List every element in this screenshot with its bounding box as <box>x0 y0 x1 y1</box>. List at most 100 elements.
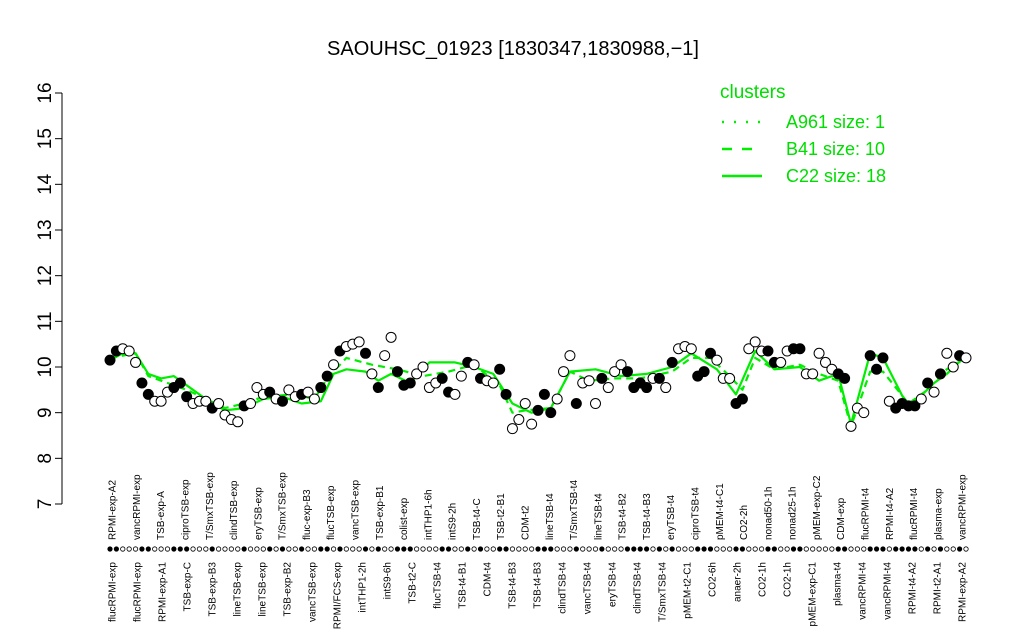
rug-marker <box>369 546 375 552</box>
data-point <box>468 359 480 371</box>
rug-marker <box>529 546 535 552</box>
data-point <box>130 356 142 368</box>
data-point <box>685 343 697 355</box>
rug-marker <box>957 546 963 552</box>
legend-label: B41 size: 10 <box>786 139 885 159</box>
rug-marker <box>171 546 177 552</box>
data-point <box>589 398 601 410</box>
rug-marker <box>420 546 426 552</box>
rug-marker <box>771 546 777 552</box>
data-point <box>845 420 857 432</box>
rug-marker <box>816 546 822 552</box>
rug-marker <box>254 546 260 552</box>
data-point <box>487 377 499 389</box>
y-tick-label: 7 <box>35 499 56 510</box>
x-tick-label: vancRPMI-exp <box>132 474 143 540</box>
rug-marker <box>407 546 413 552</box>
data-point <box>960 352 972 364</box>
x-tick-label: intS9-2h <box>448 503 459 540</box>
data-point <box>500 388 512 400</box>
data-point <box>947 361 959 373</box>
rug-marker <box>829 546 835 552</box>
rug-marker <box>739 546 746 552</box>
rug-marker <box>720 546 726 552</box>
data-point <box>449 388 461 400</box>
rug-marker <box>758 546 765 552</box>
y-tick-label: 12 <box>35 265 56 286</box>
x-tick-label: eryTSB-t4 <box>666 495 677 540</box>
rug-marker <box>177 546 183 552</box>
x-tick-label: eryTSB-exp <box>253 487 264 540</box>
rug-marker <box>899 546 905 552</box>
rug-marker <box>394 546 401 552</box>
rug-marker <box>305 546 311 552</box>
rug-marker <box>612 546 618 552</box>
data-point <box>871 363 883 375</box>
rug-marker <box>803 546 809 552</box>
rug-marker <box>477 546 484 552</box>
x-tick-label: intTHP1-2h <box>358 562 369 613</box>
data-point <box>366 368 378 380</box>
x-tick-label: RPMI-t4-A2 <box>908 562 919 615</box>
x-tick-label: RPMI-t2-A1 <box>933 562 944 615</box>
rug-marker <box>605 546 611 552</box>
x-tick-label: lineTSB-t4 <box>545 493 556 540</box>
data-point <box>532 404 544 416</box>
data-point <box>724 372 736 384</box>
data-point <box>494 363 506 375</box>
x-tick-label: colist-exp <box>399 497 410 540</box>
rug-marker <box>963 546 969 552</box>
x-tick-label: CO2-1h <box>783 562 794 597</box>
data-point <box>839 372 851 384</box>
rug-marker <box>765 546 771 552</box>
x-tick-label: vancTSB-exp <box>308 562 319 622</box>
y-tick-label: 13 <box>35 219 56 240</box>
rug-marker <box>599 546 605 552</box>
x-tick-label: CDM-t4 <box>483 562 494 597</box>
y-axis: 7 8 9 10 11 12 13 14 15 16 <box>35 82 63 510</box>
data-point <box>928 386 940 398</box>
data-point <box>666 356 678 368</box>
rug-marker <box>247 546 254 552</box>
x-tick-label: vancRPMI-t4 <box>883 562 894 620</box>
rug-marker <box>330 546 337 552</box>
legend: clusters A961 size: 1 B41 size: 10 C22 siz… <box>720 82 886 186</box>
rug-marker <box>203 546 209 552</box>
rug-marker <box>497 546 503 552</box>
rug-marker <box>299 546 305 552</box>
data-point <box>583 375 595 387</box>
rug-marker <box>580 546 586 552</box>
y-tick-label: 8 <box>35 453 56 464</box>
legend-label: A961 size: 1 <box>786 112 885 132</box>
x-tick-label: intTHP1-6h <box>423 489 434 540</box>
rug-marker <box>835 546 841 552</box>
data-point <box>308 393 320 405</box>
rug-marker <box>228 546 234 552</box>
x-tick-label: T/SmxTSB-exp <box>278 472 289 540</box>
x-tick-label: TSB-t4-B3 <box>533 562 544 609</box>
data-point <box>621 366 633 378</box>
rug-marker <box>656 546 662 552</box>
rug-marker <box>905 546 912 552</box>
rug-marker <box>950 546 956 552</box>
rug-marker <box>241 546 247 552</box>
data-point <box>155 395 167 407</box>
rug-marker <box>375 546 381 552</box>
x-tick-label: vancTSB-t4 <box>583 562 594 615</box>
rug-marker <box>292 546 298 552</box>
rug-marker <box>886 546 892 552</box>
rug-marker <box>126 546 132 552</box>
rug-marker <box>669 546 675 552</box>
data-point <box>660 382 672 394</box>
rug-marker <box>158 546 164 552</box>
data-point <box>602 382 614 394</box>
rug-marker <box>445 546 452 552</box>
rug-marker <box>937 546 944 552</box>
rug-marker <box>190 546 196 552</box>
data-point <box>315 382 327 394</box>
data-point <box>711 354 723 366</box>
rug-marker <box>861 546 867 552</box>
x-tick-label: CO2-6h <box>708 562 719 597</box>
x-tick-label: TSB-exp-B1 <box>375 485 386 540</box>
rug-marker <box>350 546 356 552</box>
